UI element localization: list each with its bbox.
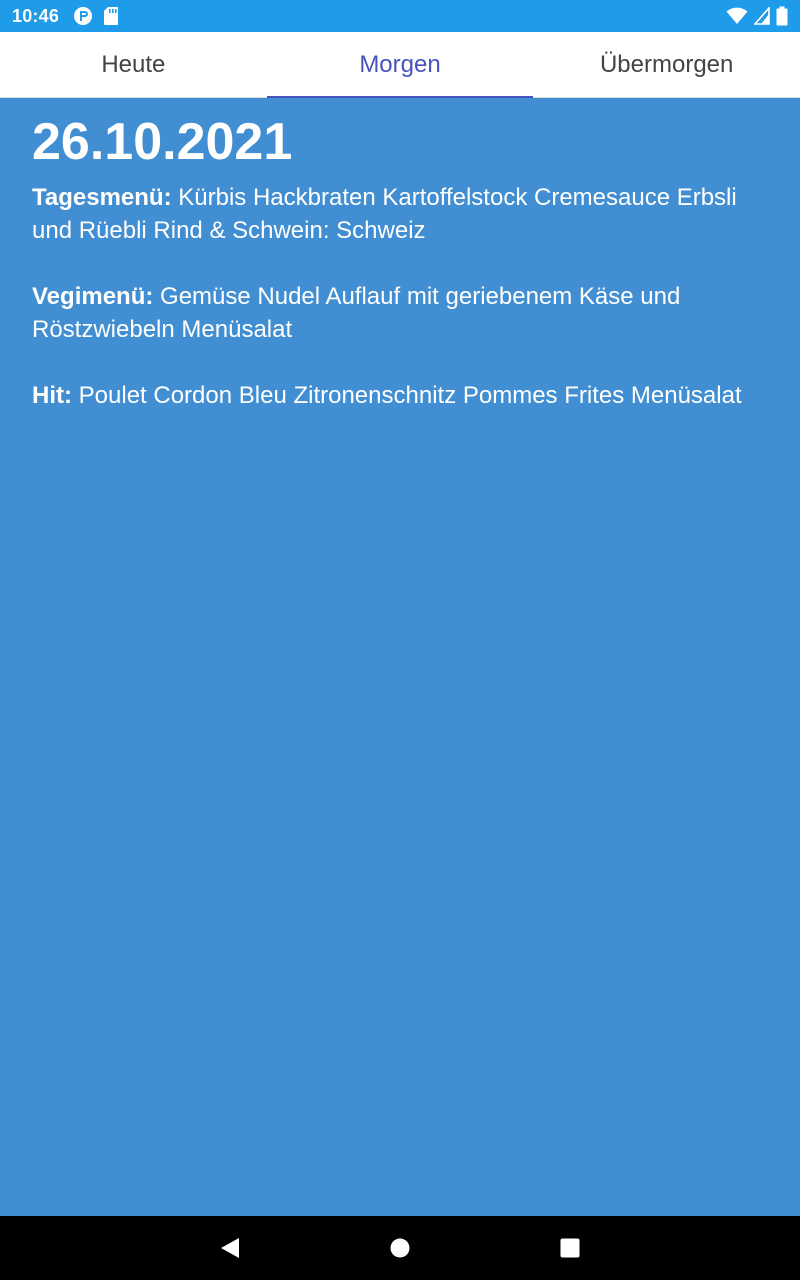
- status-system-icons: [726, 6, 788, 26]
- menu-entry-tagesmenue: Tagesmenü: Kürbis Hackbraten Kartoffelst…: [32, 181, 760, 247]
- tab-heute[interactable]: Heute: [0, 32, 267, 97]
- status-time: 10:46: [12, 5, 60, 26]
- menu-entry-vegimenue: Vegimenü: Gemüse Nudel Auflauf mit gerie…: [32, 280, 760, 346]
- menu-entry-hit: Hit: Poulet Cordon Bleu Zitronenschnitz …: [32, 379, 760, 412]
- sync-badge-icon: [73, 6, 93, 26]
- cell-signal-icon: [754, 7, 770, 25]
- tab-uebermorgen[interactable]: Übermorgen: [533, 32, 800, 97]
- menu-label: Hit:: [32, 382, 72, 409]
- status-bar: 10:46: [0, 0, 800, 32]
- home-icon: [390, 1238, 410, 1258]
- system-nav-bar: [0, 1216, 800, 1280]
- menu-content: 26.10.2021 Tagesmenü: Kürbis Hackbraten …: [0, 99, 800, 1216]
- home-button[interactable]: [360, 1216, 440, 1280]
- recents-icon: [560, 1238, 580, 1258]
- menu-label: Tagesmenü:: [32, 184, 172, 211]
- menu-label: Vegimenü:: [32, 283, 154, 310]
- back-button[interactable]: [190, 1216, 270, 1280]
- sd-card-icon: [103, 6, 119, 26]
- wifi-icon: [726, 7, 748, 25]
- battery-icon: [776, 6, 788, 26]
- day-tab-bar: Heute Morgen Übermorgen: [0, 32, 800, 98]
- tab-morgen[interactable]: Morgen: [266, 32, 534, 98]
- menu-text: Poulet Cordon Bleu Zitronenschnitz Pomme…: [78, 382, 742, 409]
- recents-button[interactable]: [530, 1216, 610, 1280]
- status-notification-icons: [73, 6, 119, 26]
- back-icon: [220, 1237, 240, 1259]
- date-heading: 26.10.2021: [32, 113, 293, 171]
